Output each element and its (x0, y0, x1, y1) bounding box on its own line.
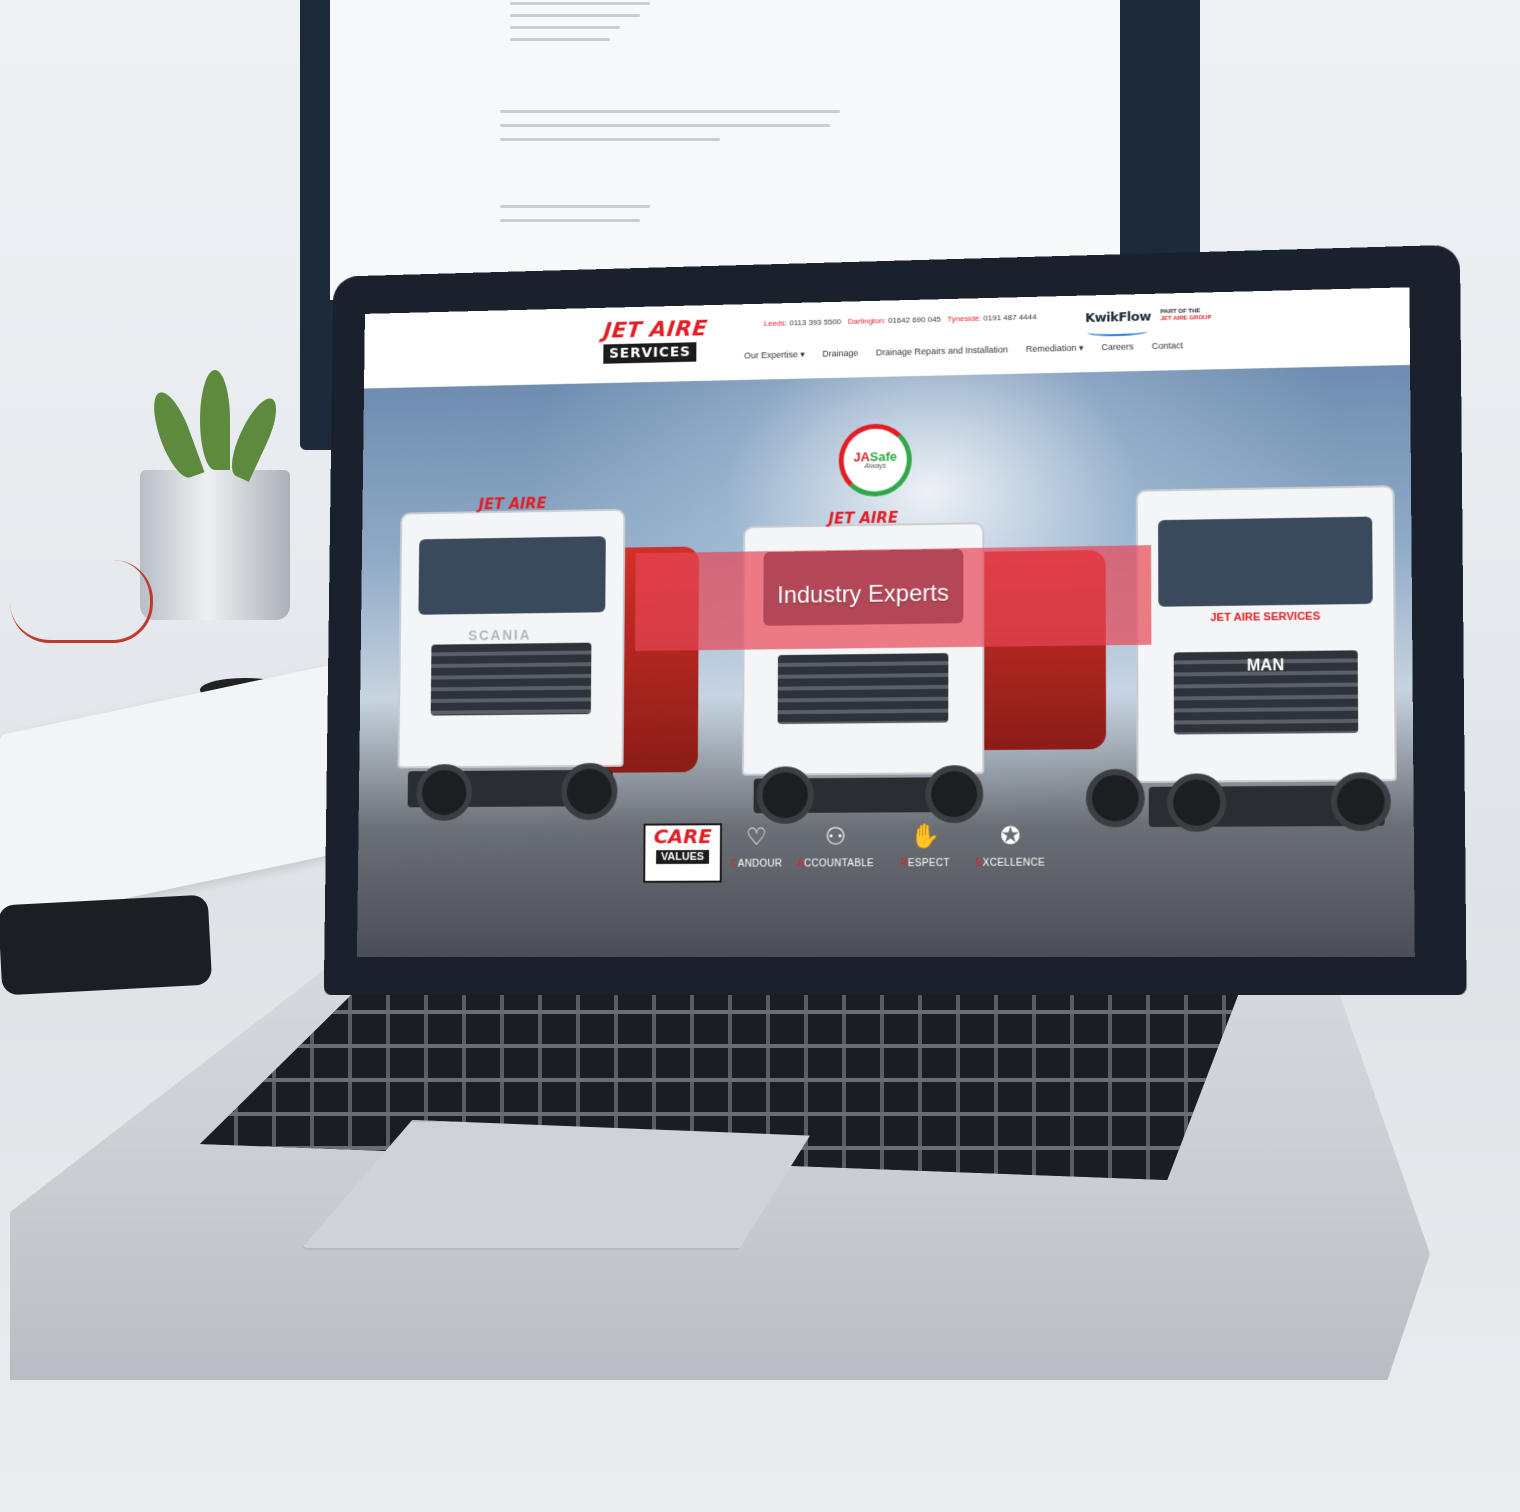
logo-line1: JET AIRE (602, 316, 709, 344)
truck-grille (430, 642, 592, 716)
care-values-logo: CARE VALUES (643, 823, 723, 883)
nav-careers[interactable]: Careers (1101, 342, 1133, 354)
value-label: ACCOUNTABLE (791, 858, 880, 869)
kwikflow-logo[interactable]: KwikFlow (1085, 310, 1151, 326)
doc-line (500, 138, 720, 141)
plant-leaf (200, 370, 230, 470)
care-title: CARE (653, 824, 712, 849)
phone-number-darlington[interactable]: 01642 690 045 (888, 315, 941, 325)
truck-wheel (416, 763, 473, 821)
phone-location-darlington: Darlington: (847, 316, 886, 326)
doc-line (500, 110, 840, 113)
truck-window (418, 536, 606, 615)
doc-line (500, 205, 650, 208)
doc-line (510, 2, 650, 5)
nav-remediation[interactable]: Remediation ▾ (1026, 343, 1084, 355)
high-five-icon: ✋ (910, 823, 941, 851)
truck-right: JET AIRE SERVICES MAN (1135, 485, 1397, 828)
truck-wheel (560, 762, 618, 821)
doc-line (500, 219, 640, 222)
logo-line2: SERVICES (603, 342, 697, 364)
value-rest: ANDOUR (737, 858, 783, 870)
main-nav: Our Expertise ▾ Drainage Drainage Repair… (744, 340, 1183, 361)
badge-sub: Always (864, 462, 887, 471)
phone-numbers: Leeds: 0113 393 5500 Darlington: 01642 6… (764, 312, 1037, 328)
nav-label: Our Expertise (744, 349, 798, 361)
nav-drainage-repairs[interactable]: Drainage Repairs and Installation (876, 345, 1008, 359)
truck-make-man: MAN (1246, 657, 1285, 675)
truck-wheel (1166, 773, 1227, 832)
care-subtitle: VALUES (656, 849, 710, 865)
value-excellence: ✪ EXCELLENCE (965, 821, 1056, 869)
part-of-line1: PART OF THE (1160, 308, 1201, 316)
plant-pot (140, 470, 290, 620)
truck-window (1158, 516, 1373, 607)
background-monitor-screen (330, 0, 1120, 300)
truck-wheel (1085, 768, 1145, 828)
doc-line (510, 26, 620, 29)
truck-wheel (1330, 772, 1391, 832)
doc-line (500, 124, 830, 127)
value-label: RESPECT (880, 858, 970, 869)
truck-left-brand: JET AIRE (478, 494, 547, 514)
truck-make-scania: SCANIA (468, 626, 532, 644)
value-label: EXCELLENCE (965, 858, 1056, 869)
truck-grille (777, 653, 949, 725)
plant-leaf (145, 387, 205, 483)
doc-line (510, 38, 610, 41)
heart-handshake-icon: ♡ (745, 823, 768, 851)
team-icon: ⚇ (824, 823, 847, 851)
kwikflow-swoosh-icon (1087, 327, 1148, 337)
truck-wheel (925, 765, 984, 824)
nav-contact[interactable]: Contact (1152, 340, 1183, 352)
phone-number-leeds[interactable]: 0113 393 5500 (789, 317, 841, 327)
nav-our-expertise[interactable]: Our Expertise ▾ (744, 349, 805, 361)
nav-label: Remediation (1025, 342, 1077, 354)
truck-middle-brand: JET AIRE (828, 508, 899, 528)
red-cable (10, 560, 153, 643)
value-rest: CCOUNTABLE (803, 858, 875, 870)
value-rest: XCELLENCE (982, 857, 1046, 869)
chevron-down-icon: ▾ (1076, 342, 1084, 353)
background-keyboard (0, 664, 330, 926)
phone-number-tyneside[interactable]: 0191 487 4444 (983, 312, 1036, 322)
truck-wheel (756, 766, 814, 825)
badge-safe: Safe (869, 448, 898, 465)
plant-leaf (223, 393, 285, 482)
jasafe-badge-text: JASafe (853, 448, 898, 465)
value-first-letter: R (900, 858, 908, 870)
smartphone (0, 894, 213, 996)
hero-section: JET AIRE JET AIRE JET AIRE SERVICES MAN … (356, 364, 1415, 957)
truck-right-brand: JET AIRE SERVICES (1210, 610, 1321, 624)
award-icon: ✪ (1000, 822, 1021, 850)
nav-drainage[interactable]: Drainage (822, 348, 858, 360)
website-screen: JET AIRE SERVICES Leeds: 0113 393 5500 D… (356, 287, 1415, 957)
jet-aire-logo[interactable]: JET AIRE SERVICES (602, 316, 710, 366)
hero-headline: Industry Experts (777, 579, 949, 609)
value-label: CANDOUR (712, 859, 801, 870)
value-respect: ✋ RESPECT (880, 822, 970, 869)
part-of-group-logo[interactable]: PART OF THE JET AIRE GROUP (1160, 308, 1231, 324)
part-of-line2: JET AIRE GROUP (1160, 315, 1212, 323)
phone-location-tyneside: Tyneside: (947, 313, 982, 324)
doc-line (510, 14, 640, 17)
value-accountable: ⚇ ACCOUNTABLE (791, 822, 880, 870)
value-rest: ESPECT (907, 857, 950, 870)
phone-location-leeds: Leeds: (763, 318, 788, 328)
value-candour: ♡ CANDOUR (712, 823, 801, 870)
chevron-down-icon: ▾ (797, 349, 805, 360)
